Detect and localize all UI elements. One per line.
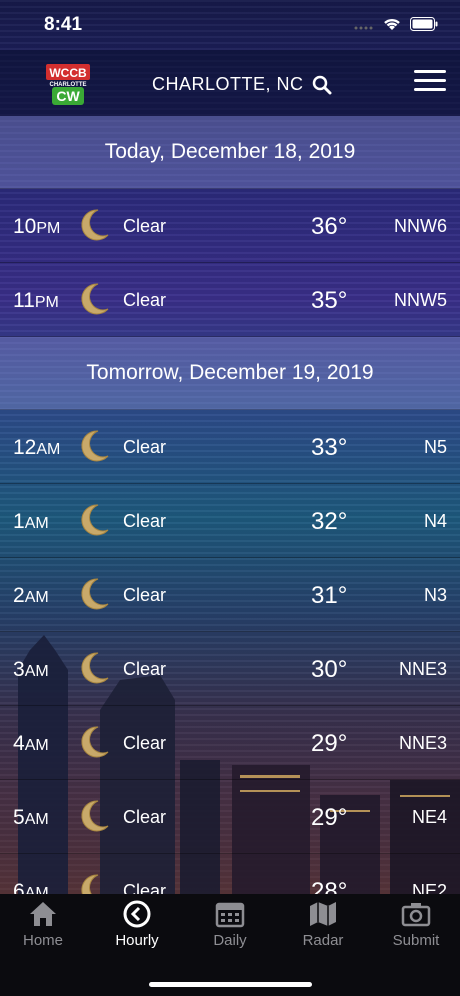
tab-home-label: Home	[22, 932, 63, 949]
logo-text-top: WCCB	[49, 66, 87, 80]
calendar-icon	[215, 902, 245, 928]
temperature: 35°	[311, 287, 348, 314]
temperature: 33°	[311, 434, 348, 461]
moon-icon	[81, 726, 109, 758]
temperature: 28°	[311, 878, 348, 894]
wind-text: N3	[423, 585, 447, 605]
moon-icon	[81, 430, 109, 462]
condition-text: Clear	[123, 290, 167, 310]
moon-icon	[81, 800, 109, 832]
hour-row[interactable]: 2AM Clear 31° N3	[0, 558, 460, 632]
moon-icon	[81, 652, 109, 684]
hour-row[interactable]: 10PM Clear 36° NNW6	[0, 189, 460, 263]
tab-submit-label: Submit	[392, 932, 440, 949]
clock-icon	[123, 900, 151, 928]
temperature: 32°	[311, 508, 348, 535]
search-icon[interactable]	[312, 75, 332, 95]
hourly-forecast-list[interactable]: Today, December 18, 2019 10PM Clear 36° …	[0, 116, 460, 894]
battery-icon	[410, 17, 438, 31]
tab-hourly[interactable]: Hourly	[97, 900, 177, 949]
hour-row[interactable]: 5AM Clear 29° NE4	[0, 780, 460, 854]
wifi-icon	[384, 18, 400, 30]
wind-text: NE2	[411, 881, 447, 894]
condition-text: Clear	[123, 807, 167, 827]
hour-row[interactable]: 3AM Clear 30° NNE3	[0, 632, 460, 706]
condition-text: Clear	[123, 511, 167, 531]
moon-icon	[81, 283, 109, 315]
hour-label: 3AM	[13, 658, 49, 681]
hour-label: 10PM	[13, 215, 61, 238]
wind-text: NNE3	[398, 733, 447, 753]
tab-radar[interactable]: Radar	[283, 900, 363, 949]
hour-row[interactable]: 12AM Clear 33° N5	[0, 410, 460, 484]
hour-row[interactable]: 1AM Clear 32° N4	[0, 484, 460, 558]
hour-row[interactable]: 11PM Clear 35° NNW5	[0, 263, 460, 337]
home-icon	[30, 902, 56, 926]
hour-label: 1AM	[13, 510, 49, 533]
top-navigation-bar: WCCB CHARLOTTE CW CHARLOTTE, NC	[0, 50, 460, 116]
city-label: CHARLOTTE, NC	[152, 74, 304, 94]
wind-text: NNW6	[394, 216, 447, 236]
tab-daily[interactable]: Daily	[190, 900, 270, 949]
tab-radar-label: Radar	[302, 932, 344, 949]
station-logo[interactable]: WCCB CHARLOTTE CW	[46, 62, 90, 106]
hamburger-menu-icon[interactable]	[414, 70, 446, 96]
camera-icon	[401, 903, 431, 927]
bottom-tab-bar: Home Hourly Daily Radar Submit	[0, 894, 460, 996]
day-header: Tomorrow, December 19, 2019	[0, 337, 460, 410]
condition-text: Clear	[123, 733, 167, 753]
tab-hourly-label: Hourly	[115, 932, 159, 949]
map-icon	[310, 902, 336, 926]
moon-icon	[81, 874, 99, 894]
signal-icon	[354, 26, 373, 30]
wind-text: N4	[423, 511, 447, 531]
tab-daily-label: Daily	[213, 932, 247, 949]
condition-text: Clear	[123, 216, 167, 236]
temperature: 29°	[311, 804, 348, 831]
hour-label: 5AM	[13, 806, 49, 829]
wind-text: N5	[423, 437, 447, 457]
moon-icon	[81, 578, 109, 610]
hour-label: 4AM	[13, 732, 49, 755]
logo-text-bottom: CW	[56, 88, 80, 104]
moon-icon	[81, 504, 109, 536]
temperature: 30°	[311, 656, 348, 683]
home-indicator[interactable]	[149, 982, 312, 987]
wind-text: NE4	[411, 807, 447, 827]
temperature: 36°	[311, 213, 348, 240]
temperature: 31°	[311, 582, 348, 609]
status-bar: 8:41	[0, 0, 460, 50]
condition-text: Clear	[123, 659, 167, 679]
city-selector[interactable]: CHARLOTTE, NC	[152, 74, 332, 95]
condition-text: Clear	[123, 881, 167, 894]
hour-row[interactable]: 4AM Clear 29° NNE3	[0, 706, 460, 780]
temperature: 29°	[311, 730, 348, 757]
condition-text: Clear	[123, 437, 167, 457]
wind-text: NNE3	[398, 659, 447, 679]
tab-home[interactable]: Home	[3, 900, 83, 949]
condition-text: Clear	[123, 585, 167, 605]
tab-submit[interactable]: Submit	[376, 900, 456, 949]
day-header: Today, December 18, 2019	[0, 116, 460, 189]
hour-label: 12AM	[13, 436, 61, 459]
moon-icon	[81, 209, 109, 241]
hour-label: 2AM	[13, 584, 49, 607]
wind-text: NNW5	[394, 290, 447, 310]
hour-row[interactable]: 6AM Clear 28° NE2	[0, 854, 460, 894]
hour-label: 11PM	[13, 289, 59, 312]
status-time: 8:41	[44, 14, 83, 35]
hour-label: 6AM	[13, 880, 49, 894]
